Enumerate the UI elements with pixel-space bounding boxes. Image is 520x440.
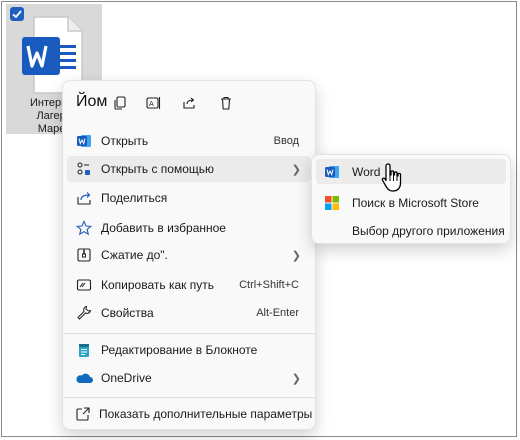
share-button[interactable] [176,91,202,115]
store-icon [324,195,340,211]
chevron-right-icon: ❯ [291,163,301,176]
share-icon [75,189,93,207]
shortcut-label: Ctrl+Shift+C [239,279,299,291]
menu-item-add-favorites[interactable]: Добавить в избранное [67,215,311,241]
menu-separator [63,397,315,398]
menu-item-label: Поделиться [101,191,168,205]
onedrive-icon [75,369,93,387]
chevron-right-icon: ❯ [291,372,301,385]
submenu-item-word[interactable]: Word [316,159,506,184]
open-with-icon [75,160,93,178]
menu-separator [63,333,315,334]
menu-item-compress[interactable]: Сжатие до". ❯ [67,242,311,268]
menu-item-copy-as-path[interactable]: Копировать как путь Ctrl+Shift+C [67,272,311,298]
shortcut-label: Alt-Enter [256,307,299,319]
quick-actions-row: Йом A [63,87,315,119]
notepad-icon [75,341,93,359]
menu-item-label: Добавить в избранное [101,221,226,235]
menu-item-label: Сжатие до". [101,248,168,262]
menu-item-label: Открыть с помощью [101,162,215,176]
menu-item-edit-notepad[interactable]: Редактирование в Блокноте [67,337,311,363]
path-icon [75,276,93,294]
menu-item-share[interactable]: Поделиться [67,185,311,211]
quick-name-label: Йом [76,93,108,110]
hand-cursor-icon [381,163,402,192]
submenu-item-label: Word [352,164,381,179]
menu-item-label: Открыть [101,134,149,148]
menu-item-label: OneDrive [101,371,152,385]
copy-icon [114,96,126,110]
shortcut-label: Ввод [273,135,299,147]
menu-item-label: Редактирование в Блокноте [101,343,258,357]
word-icon [75,132,93,150]
context-menu: Йом A Открыть Ввод Открыть с помощью ❯ П… [62,80,316,430]
star-icon [75,219,93,237]
menu-item-properties[interactable]: Свойства Alt-Enter [67,300,311,326]
wrench-icon [75,304,93,322]
copy-button[interactable] [107,91,133,115]
share-icon [183,97,195,109]
rename-icon: A [146,97,161,109]
menu-item-open-with[interactable]: Открыть с помощью ❯ [67,156,311,182]
more-options-icon [75,405,91,423]
delete-button[interactable] [213,91,239,115]
submenu-item-choose-app[interactable]: Выбор другого приложения [316,218,506,243]
delete-icon [221,96,231,110]
rename-button[interactable]: A [141,91,167,115]
open-with-submenu: Word Поиск в Microsoft Store Выбор друго… [311,154,511,244]
menu-item-label: Свойства [101,306,154,320]
submenu-item-store-search[interactable]: Поиск в Microsoft Store [316,190,506,215]
svg-text:A: A [149,100,154,108]
menu-item-onedrive[interactable]: OneDrive ❯ [67,365,311,391]
word-icon [324,164,340,180]
submenu-item-label: Поиск в Microsoft Store [352,195,479,210]
menu-item-label: Показать дополнительные параметры [99,407,313,421]
menu-item-open[interactable]: Открыть Ввод [67,128,311,154]
archive-icon [75,246,93,264]
menu-item-label: Копировать как путь [101,278,214,292]
menu-item-more-options[interactable]: Показать дополнительные параметры [67,401,313,427]
chevron-right-icon: ❯ [291,249,301,262]
submenu-item-label: Выбор другого приложения [352,223,505,238]
